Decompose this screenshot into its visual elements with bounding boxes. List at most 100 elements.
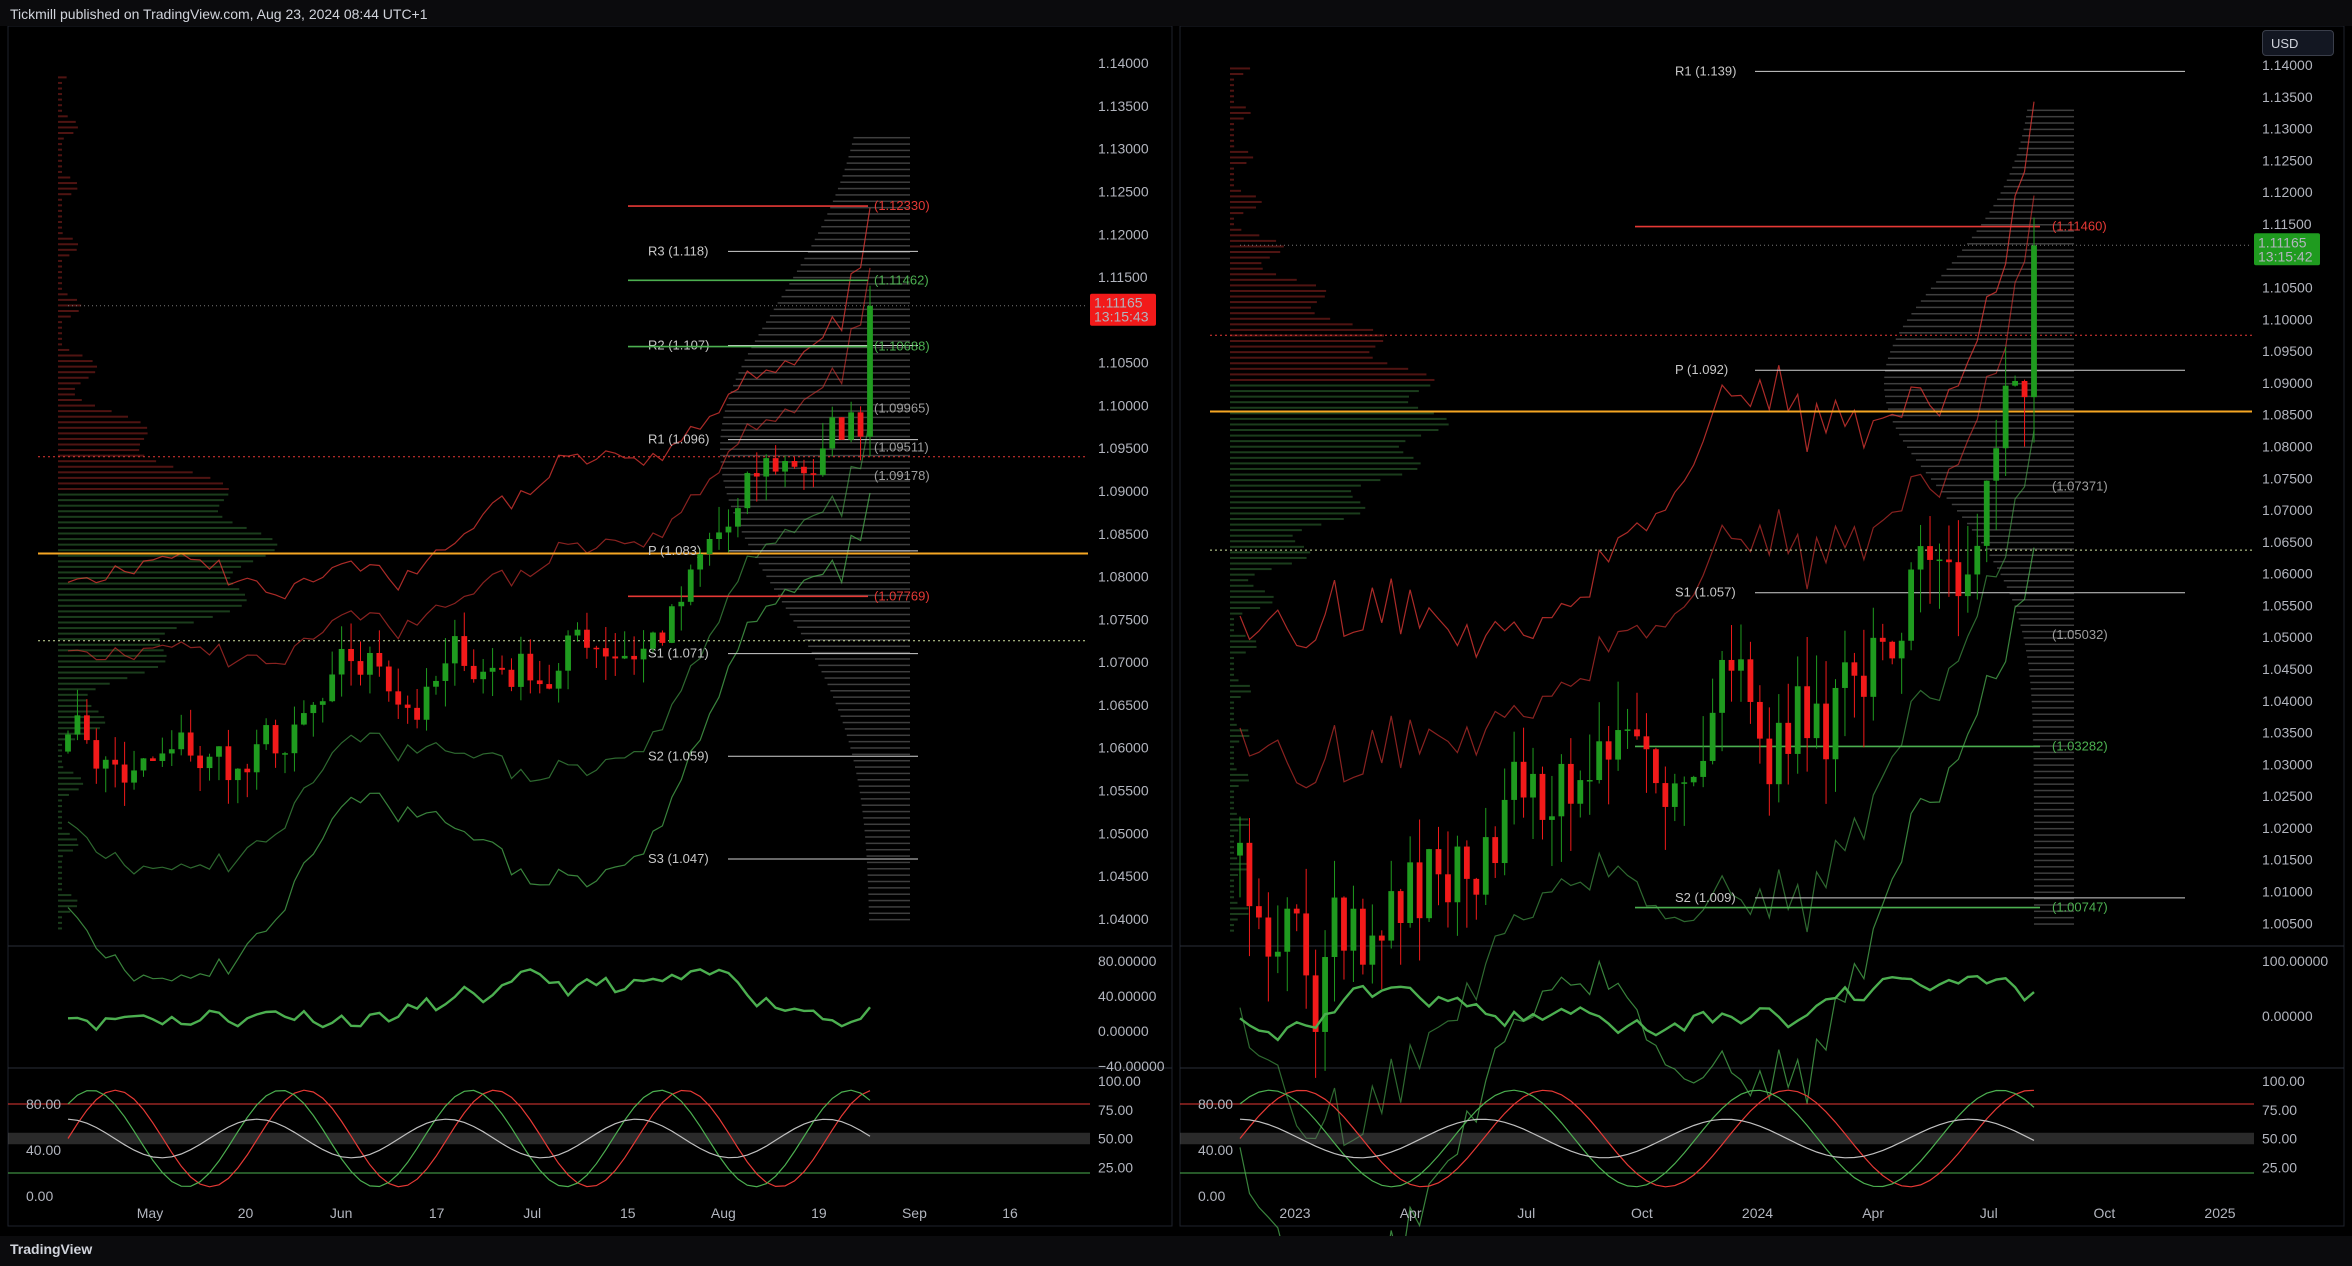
volume-profile-bar	[58, 543, 278, 546]
volume-profile-bar	[58, 866, 62, 869]
volume-profile-bar	[1230, 312, 1315, 315]
volume-profile-bar	[1230, 723, 1237, 726]
stoch-left-tick: 0.00	[26, 1188, 53, 1204]
volume-profile-bar	[867, 874, 910, 876]
volume-profile-bar	[1230, 367, 1409, 370]
volume-profile-bar	[2006, 179, 2074, 181]
volume-profile-bar	[2033, 777, 2074, 779]
candle-body	[1690, 776, 1697, 783]
stoch-right-tick: 25.00	[2262, 1159, 2297, 1175]
currency-button[interactable]: USD	[2262, 30, 2334, 56]
volume-profile-bar	[58, 838, 78, 841]
volume-profile-bar	[2014, 160, 2074, 162]
candle-body	[140, 758, 147, 771]
volume-profile-bar	[866, 855, 910, 857]
volume-profile-bar	[1230, 785, 1239, 788]
volume-profile-bar	[1230, 645, 1257, 648]
volume-profile-bar	[1230, 634, 1246, 637]
volume-profile-bar	[58, 916, 62, 919]
volume-profile-bar	[868, 906, 910, 908]
volume-profile-bar	[2027, 656, 2074, 658]
stoch-pane: 80.00 40.00 0.00 100.00 75.00 50.00 25.00	[1180, 1073, 2305, 1204]
volume-profile-bar	[58, 476, 211, 479]
candle-body	[527, 653, 534, 681]
price-tick-label: 1.05000	[2262, 629, 2313, 645]
volume-profile-bar	[1230, 184, 1234, 187]
volume-profile-bar	[1895, 338, 2074, 340]
candle-body	[1671, 783, 1678, 807]
volume-profile-bar	[2028, 669, 2074, 671]
price-tick-label: 1.02500	[2262, 788, 2313, 804]
candle-body	[1889, 641, 1896, 659]
volume-profile-bar	[58, 198, 62, 201]
candle-body	[1794, 686, 1801, 754]
candle-body	[1492, 837, 1499, 864]
volume-profile-bar	[58, 610, 230, 613]
rsi-pane: 100.00000 0.00000	[1239, 953, 2328, 1042]
volume-profile-bar	[58, 426, 148, 429]
candle-body	[187, 732, 194, 756]
volume-profile-bar	[58, 832, 70, 835]
price-tick-label: 1.14000	[1098, 55, 1149, 71]
volume-profile-bar	[1993, 204, 2074, 207]
volume-profile-bar	[1230, 757, 1234, 760]
volume-profile-bar	[1993, 560, 2074, 563]
candle-body	[1303, 913, 1310, 976]
candle-body	[121, 764, 128, 783]
candle-body	[178, 732, 185, 750]
price-tick-label: 1.06000	[1098, 740, 1149, 756]
volume-profile-bar	[835, 702, 910, 705]
volume-profile-bar	[58, 126, 78, 129]
volume-profile-bar	[1886, 363, 2074, 366]
volume-profile-bar	[58, 404, 95, 407]
volume-profile	[1230, 67, 1449, 932]
chart-area[interactable]: R3 (1.118) R2 (1.107) R1 (1.096) P (1.083) S…	[0, 26, 2352, 1236]
candle-body	[772, 458, 779, 472]
volume-profile-bar	[1230, 518, 1344, 521]
price-tick-label: 1.09000	[2262, 375, 2313, 391]
volume-profile-bar	[1884, 395, 2074, 398]
volume-profile-bar	[58, 488, 229, 491]
volume-profile-bar	[2033, 834, 2074, 836]
candle-body	[838, 417, 845, 440]
candle-body	[2021, 381, 2028, 398]
candle-body	[1435, 849, 1442, 875]
price-tick-label: 1.01500	[2262, 852, 2313, 868]
volume-profile-bar	[1230, 412, 1434, 415]
volume-profile-bar	[2003, 580, 2074, 582]
candle-body	[1341, 897, 1347, 951]
volume-profile-bar	[58, 304, 82, 307]
price-tick-label: 1.10000	[1098, 397, 1149, 413]
volume-profile-bar	[1230, 145, 1235, 148]
rsi-pane: 80.00000 40.00000 0.00000 −40.00000	[67, 953, 1165, 1074]
volume-profile-bar	[1230, 768, 1237, 771]
volume-profile-bar	[58, 176, 71, 179]
candle-body	[829, 417, 836, 449]
volume-profile-bar	[58, 877, 62, 880]
price-tick-label: 1.13000	[2262, 121, 2313, 137]
volume-profile-bar	[2000, 573, 2074, 576]
candle-body	[1738, 659, 1744, 671]
volume-profile-bar	[2033, 891, 2074, 893]
volume-profile-bar	[1230, 173, 1234, 176]
volume-profile-bar	[1230, 301, 1317, 304]
volume-profile-bar	[58, 187, 78, 190]
volume-profile-bar	[1941, 274, 2074, 277]
price-tick-label: 1.04000	[1098, 911, 1149, 927]
volume-profile-bar	[824, 677, 910, 679]
candle-body	[1813, 703, 1820, 739]
candle-body	[442, 663, 449, 681]
candle-body	[263, 725, 270, 745]
volume-profile-bar	[1230, 262, 1262, 265]
volume-profile-bar	[1230, 162, 1247, 165]
volume-profile-bar	[58, 109, 62, 112]
candle-body	[857, 412, 864, 437]
volume-profile-bar	[58, 805, 62, 808]
volume-profile-bar	[853, 759, 910, 762]
candle-body	[433, 680, 439, 687]
volume-profile-bar	[58, 387, 75, 390]
price-axis: 1.14000 1.13500 1.13000 1.12500 1.12000 1.115…	[2254, 57, 2320, 931]
volume-profile-bar	[58, 910, 71, 913]
volume-profile-bar	[58, 532, 262, 535]
volume-profile-bar	[58, 860, 62, 863]
